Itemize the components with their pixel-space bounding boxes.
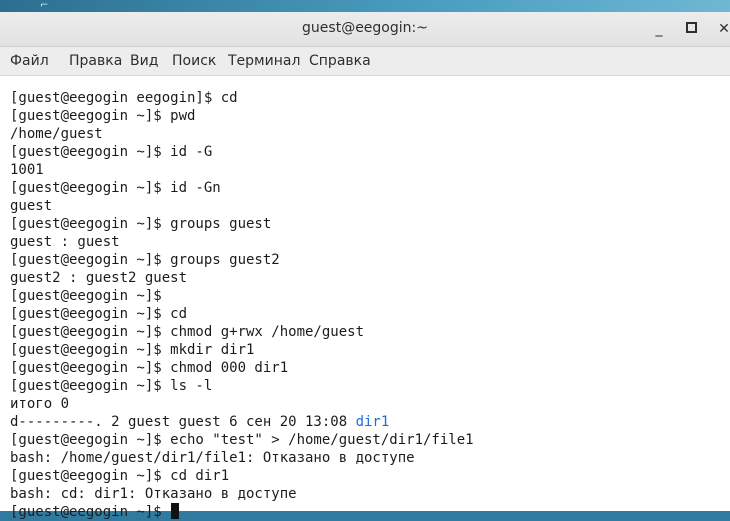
terminal-line: [guest@eegogin ~]$ echo "test" > /home/g… <box>10 432 474 448</box>
close-button[interactable]: ✕ <box>713 18 730 40</box>
terminal-line: [guest@eegogin ~]$ id -G <box>10 144 213 160</box>
terminal-line: [guest@eegogin ~]$ <box>10 288 162 304</box>
terminal-line: [guest@eegogin ~]$ id -Gn <box>10 180 221 196</box>
terminal-line: [guest@eegogin ~]$ groups guest <box>10 216 272 232</box>
terminal-prompt-line[interactable]: [guest@eegogin ~]$ <box>10 503 180 521</box>
menu-bar: Файл Правка Вид Поиск Терминал Справка <box>0 47 730 76</box>
terminal-line: [guest@eegogin ~]$ chmod g+rwx /home/gue… <box>10 324 365 340</box>
terminal-line: [guest@eegogin ~]$ chmod 000 dir1 <box>10 360 289 376</box>
terminal-line: [guest@eegogin eegogin]$ cd <box>10 90 238 106</box>
terminal-window: guest@eegogin:~ _ ✕ Файл Правка Вид Поис… <box>0 12 730 520</box>
terminal-line: [guest@eegogin ~]$ cd <box>10 306 188 322</box>
menu-search[interactable]: Поиск <box>172 53 216 69</box>
title-bar[interactable]: guest@eegogin:~ _ ✕ <box>0 12 730 47</box>
maximize-icon <box>685 22 697 33</box>
terminal-line-listing: d---------. 2 guest guest 6 сен 20 13:08… <box>10 413 389 431</box>
menu-terminal[interactable]: Терминал <box>228 53 300 69</box>
directory-name: dir1 <box>355 414 390 430</box>
menu-file[interactable]: Файл <box>10 53 49 69</box>
terminal-line: bash: cd: dir1: Отказано в доступе <box>10 486 297 502</box>
terminal-line: [guest@eegogin ~]$ cd dir1 <box>10 468 230 484</box>
terminal-line: guest2 : guest2 guest <box>10 270 188 286</box>
desktop-icon: ⌐ <box>40 0 49 11</box>
terminal-line: [guest@eegogin ~]$ pwd <box>10 108 196 124</box>
terminal-line: bash: /home/guest/dir1/file1: Отказано в… <box>10 450 415 466</box>
prompt-text: [guest@eegogin ~]$ <box>10 504 171 520</box>
terminal-line: /home/guest <box>10 126 103 142</box>
listing-text: d---------. 2 guest guest 6 сен 20 13:08 <box>10 414 356 430</box>
window-title: guest@eegogin:~ <box>302 20 428 36</box>
close-icon: ✕ <box>718 21 730 37</box>
terminal-line: guest <box>10 198 53 214</box>
terminal-line: guest : guest <box>10 234 120 250</box>
minimize-icon: _ <box>655 21 663 37</box>
terminal-line: итого 0 <box>10 396 70 412</box>
terminal-line: [guest@eegogin ~]$ mkdir dir1 <box>10 342 255 358</box>
maximize-button[interactable] <box>680 18 702 40</box>
menu-edit[interactable]: Правка <box>69 53 122 69</box>
terminal-line: [guest@eegogin ~]$ ls -l <box>10 378 213 394</box>
terminal-line: [guest@eegogin ~]$ groups guest2 <box>10 252 280 268</box>
text-cursor <box>171 503 180 519</box>
minimize-button[interactable]: _ <box>648 18 670 40</box>
terminal-output[interactable]: [guest@eegogin eegogin]$ cd [guest@eegog… <box>0 76 730 520</box>
terminal-line: 1001 <box>10 162 44 178</box>
menu-help[interactable]: Справка <box>309 53 371 69</box>
menu-view[interactable]: Вид <box>130 53 158 69</box>
